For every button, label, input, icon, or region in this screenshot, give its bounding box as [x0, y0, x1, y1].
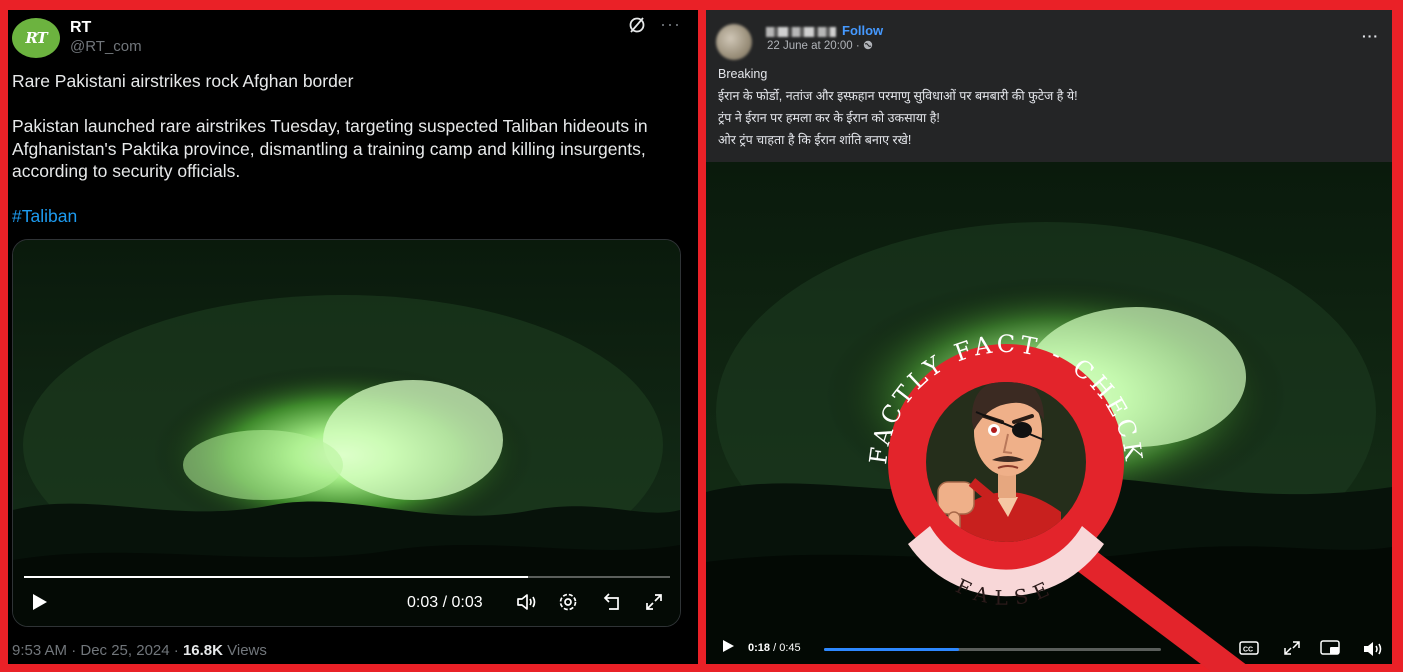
post-line-1: Breaking: [718, 67, 768, 81]
avatar-text: RT: [25, 29, 47, 47]
blurred-author-name[interactable]: [766, 27, 836, 37]
fact-check-stamp: FACTLY FACT - CHECK FALSE: [846, 312, 1266, 672]
post-date-text: 22 June at 20:00 ·: [767, 40, 863, 52]
more-options-icon[interactable]: ···: [1362, 28, 1379, 44]
timestamp-text: 9:53 AM · Dec 25, 2024 ·: [12, 642, 183, 659]
post-line-2: ईरान के फोर्डो, नतांज और इस्फ़हान परमाणु…: [718, 89, 1078, 103]
author-name[interactable]: RT: [70, 19, 91, 37]
views-count: 16.8K: [182, 642, 223, 659]
views-label: Views: [222, 642, 267, 659]
post-headline: Rare Pakistani airstrikes rock Afghan bo…: [12, 71, 354, 91]
minimize-icon[interactable]: [601, 592, 623, 618]
grok-icon[interactable]: [628, 16, 646, 39]
video-progress-fill: [24, 576, 528, 578]
video-time: 0:18 / 0:45: [748, 642, 801, 654]
volume-icon[interactable]: [1362, 640, 1384, 661]
play-icon[interactable]: [722, 639, 735, 656]
author-handle[interactable]: @RT_com: [70, 38, 142, 55]
video-time: 0:03 / 0:03: [407, 594, 483, 611]
hashtag-link[interactable]: #Taliban: [12, 205, 682, 228]
more-icon[interactable]: ···: [660, 14, 681, 35]
play-icon[interactable]: [31, 592, 49, 618]
picture-in-picture-icon[interactable]: [1320, 640, 1342, 659]
fullscreen-icon[interactable]: [644, 592, 664, 618]
post-date[interactable]: 22 June at 20:00 ·: [767, 40, 873, 52]
expand-icon[interactable]: [1283, 640, 1301, 659]
settings-icon[interactable]: [558, 592, 578, 618]
twitter-post: RT RT @RT_com ··· Rare Pakistani airstri…: [8, 10, 698, 664]
time-current: 0:18: [748, 642, 771, 654]
globe-icon: [863, 40, 873, 52]
post-timestamp: 9:53 AM · Dec 25, 2024 · 16.8K Views: [12, 642, 267, 659]
time-total: 0:45: [779, 642, 801, 654]
post-body: Pakistan launched rare airstrikes Tuesda…: [12, 116, 648, 181]
volume-icon[interactable]: [516, 592, 538, 618]
blurred-avatar[interactable]: [716, 24, 752, 60]
post-line-3: ट्रंप ने ईरान पर हमला कर के ईरान को उकसा…: [718, 111, 940, 125]
video-frame: [13, 240, 680, 626]
follow-button[interactable]: Follow: [842, 23, 883, 38]
rt-avatar[interactable]: RT: [12, 18, 60, 58]
video-progress-track[interactable]: [24, 576, 670, 578]
video-player[interactable]: 0:03 / 0:03: [12, 239, 681, 627]
time-separator: /: [770, 642, 780, 654]
post-line-4: ओर ट्रंप चाहता है कि ईरान शांति बनाए रखे…: [718, 133, 912, 147]
